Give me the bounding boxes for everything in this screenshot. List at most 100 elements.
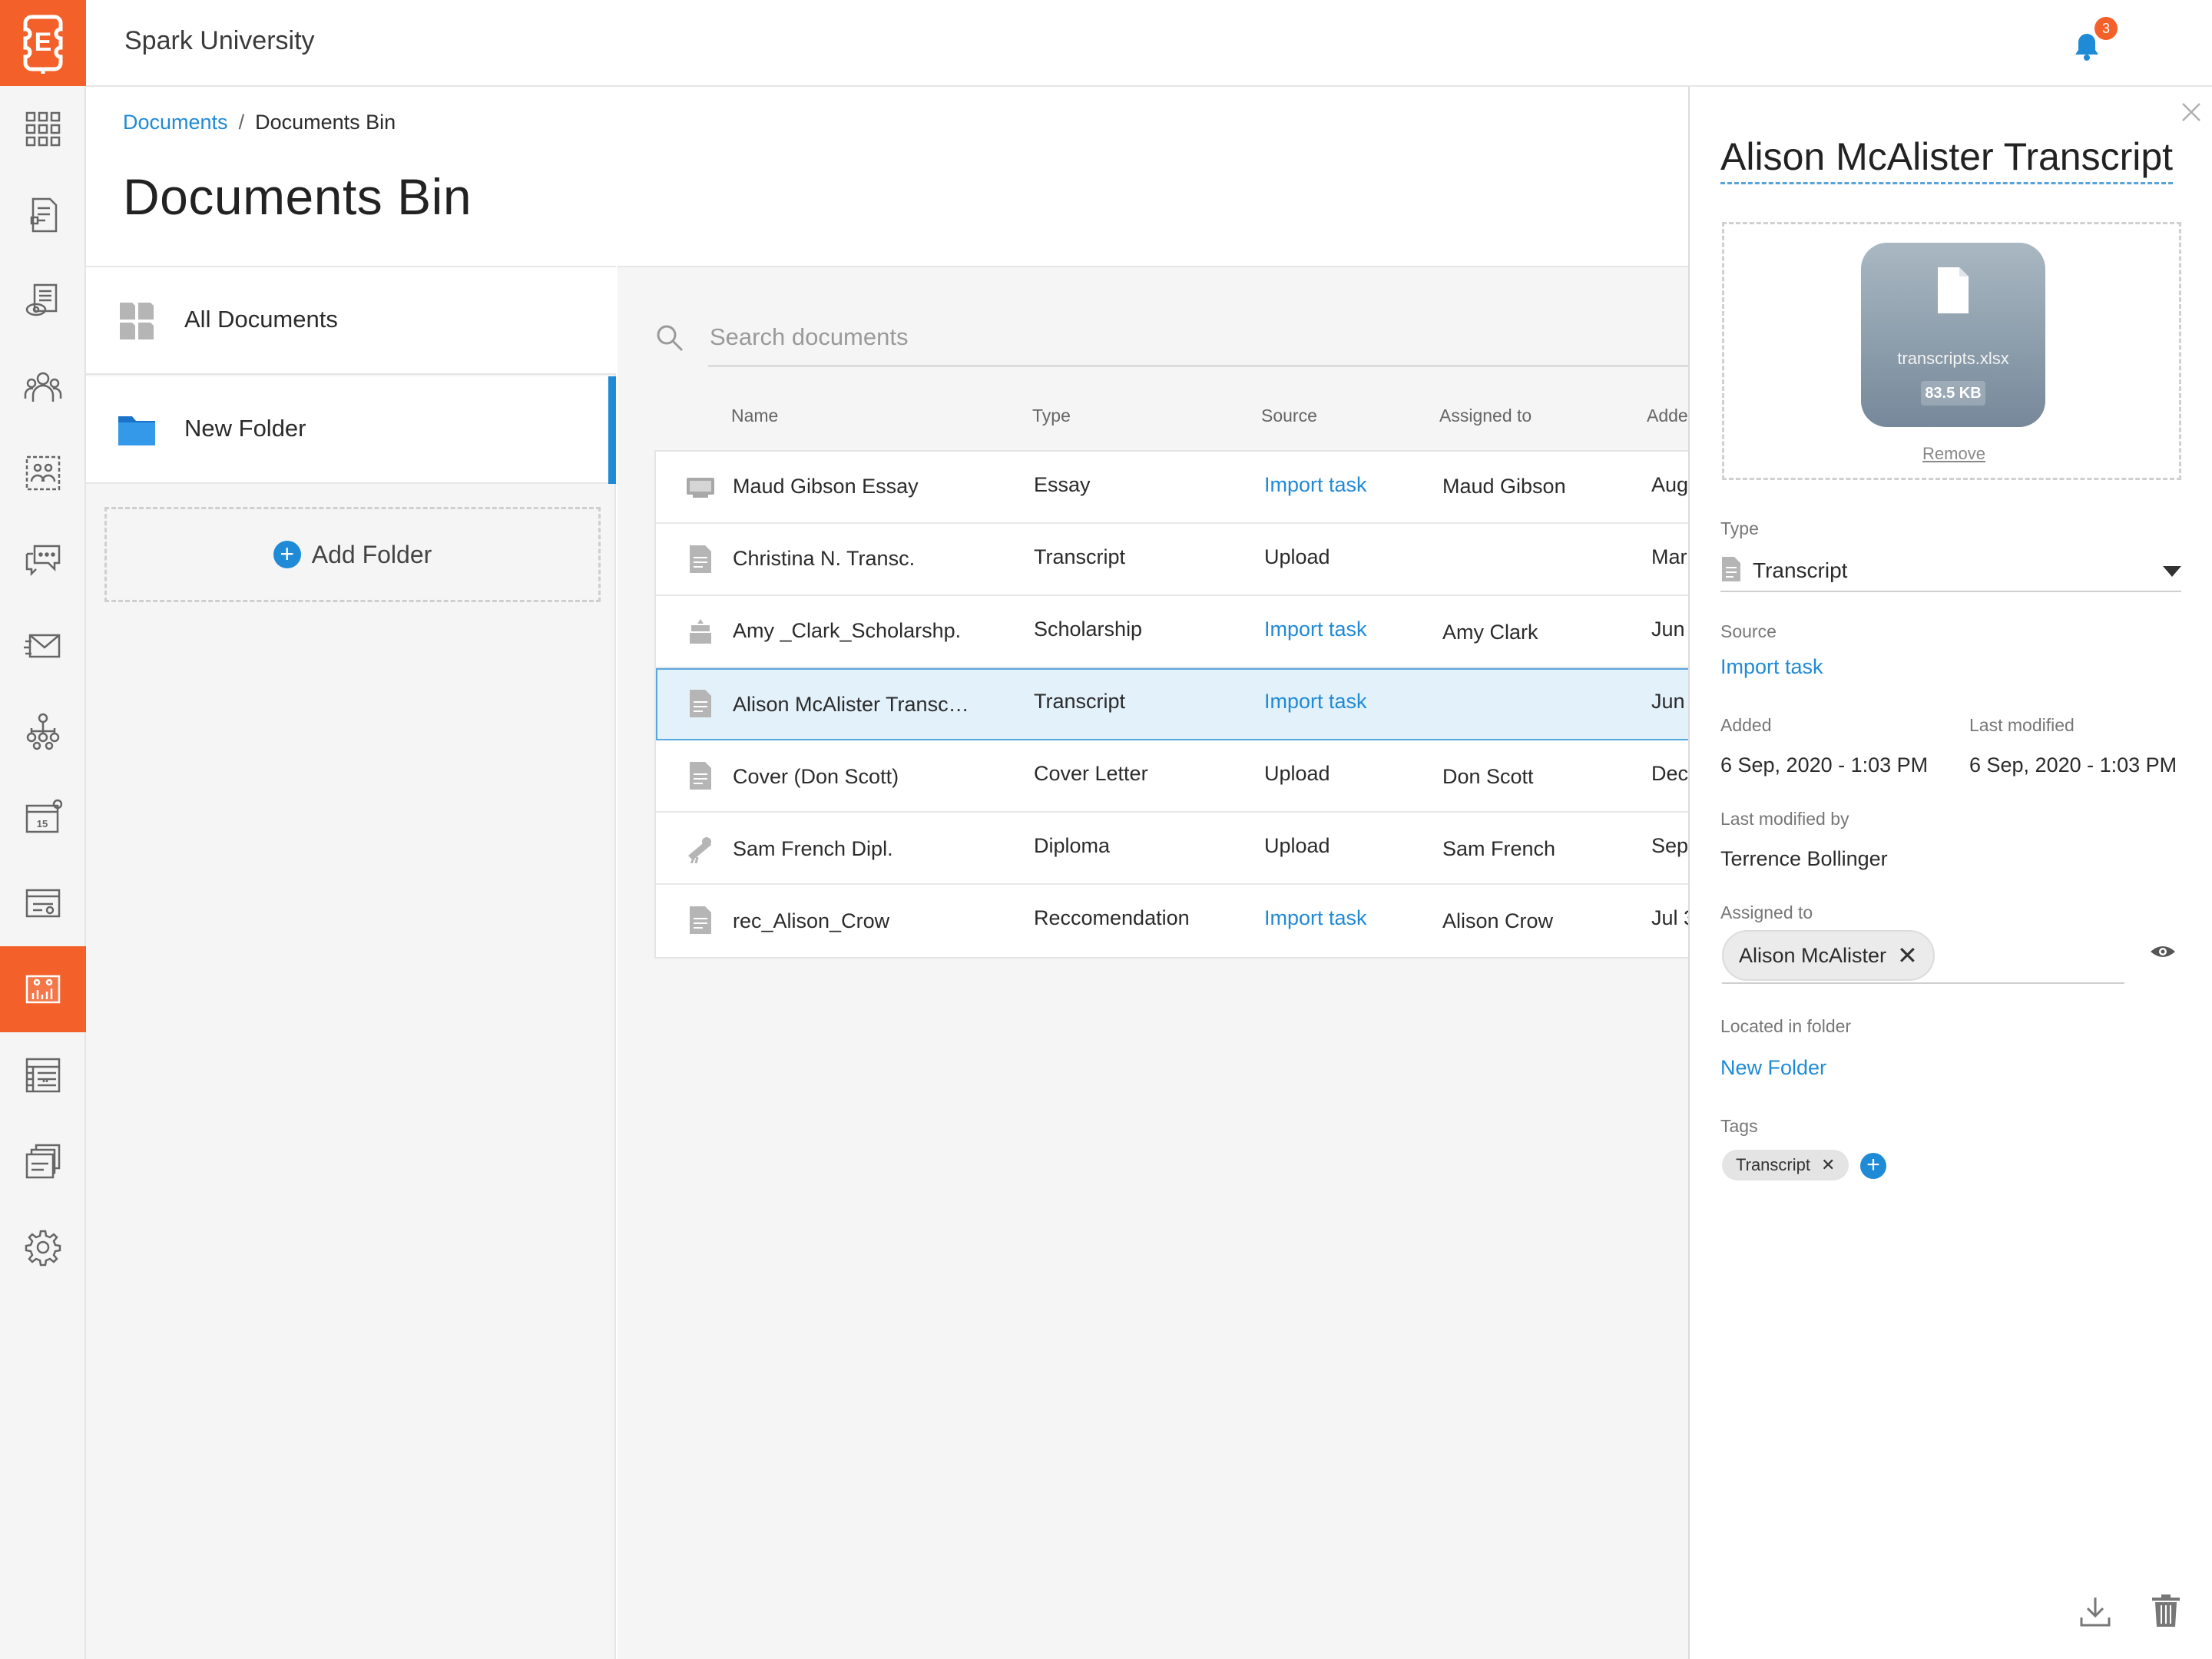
payments-icon	[25, 889, 61, 918]
calendar-icon: 15	[25, 799, 62, 833]
folder-new-folder[interactable]: New Folder	[86, 376, 616, 484]
app-logo[interactable]: E	[0, 0, 86, 86]
notification-badge: 3	[2094, 17, 2118, 40]
document-icon	[690, 545, 711, 573]
doc-name: Maud Gibson Essay	[733, 475, 919, 498]
remove-file-link[interactable]: Remove	[1724, 444, 2184, 464]
workflow-icon	[26, 713, 60, 750]
doc-source: Upload	[1264, 834, 1330, 857]
column-header-type[interactable]: Type	[1032, 406, 1071, 426]
doc-added: Jun	[1651, 618, 1685, 641]
contacts-icon	[24, 372, 62, 402]
nav-documents[interactable]	[0, 946, 86, 1032]
eye-icon[interactable]	[2149, 938, 2177, 965]
nav-review[interactable]	[0, 258, 86, 344]
nav-payments[interactable]	[0, 860, 86, 946]
assignee-input-underline[interactable]	[1722, 982, 2124, 984]
file-size: 83.5 KB	[1921, 381, 1985, 406]
doc-source: Upload	[1264, 762, 1330, 785]
doc-source: Upload	[1264, 545, 1330, 568]
page-title: Documents Bin	[123, 168, 472, 225]
add-folder-button[interactable]: + Add Folder	[104, 507, 601, 602]
remove-tag-icon[interactable]: ✕	[1821, 1155, 1835, 1175]
close-icon[interactable]	[2180, 101, 2203, 124]
all-documents-icon	[120, 303, 154, 339]
nav-workflow[interactable]	[0, 688, 86, 774]
diploma-icon	[688, 837, 711, 863]
document-icon	[690, 690, 711, 717]
search-input[interactable]	[708, 309, 1690, 367]
last-modified-by-value: Terrence Bollinger	[1720, 847, 1888, 870]
nav-files[interactable]	[0, 1118, 86, 1204]
folder-all-documents[interactable]: All Documents	[86, 267, 616, 375]
assignee-name: Alison McAlister	[1739, 943, 1887, 967]
table-row[interactable]: Amy _Clark_Scholarshp. Scholarship Impor…	[656, 596, 1690, 668]
table-row[interactable]: Christina N. Transc. Transcript Upload M…	[656, 524, 1690, 596]
search-bar	[654, 309, 1690, 370]
nav-dashboard[interactable]	[0, 86, 86, 172]
trash-icon[interactable]	[2151, 1594, 2181, 1628]
source-link[interactable]: Import task	[1720, 655, 1823, 679]
top-bar: Spark University 3	[86, 0, 2212, 87]
doc-source-link[interactable]: Import task	[1264, 473, 1367, 497]
forms-icon	[30, 197, 58, 233]
file-icon	[1938, 267, 1969, 313]
doc-source-link[interactable]: Import task	[1264, 690, 1367, 714]
column-header-name[interactable]: Name	[731, 406, 778, 426]
added-label: Added	[1720, 715, 1772, 735]
doc-source-link[interactable]: Import task	[1264, 618, 1367, 641]
type-select[interactable]: Transcript	[1720, 551, 2181, 592]
detail-title[interactable]: Alison McAlister Transcript	[1720, 134, 2174, 184]
doc-name: Christina N. Transc.	[733, 547, 916, 570]
messages-icon	[25, 545, 61, 577]
nav-groups[interactable]	[0, 430, 86, 516]
tag-chip: Transcript ✕	[1722, 1150, 1849, 1181]
document-icon	[1722, 557, 1740, 581]
table-row[interactable]: Sam French Dipl. Diploma Upload Sam Fren…	[656, 813, 1690, 885]
doc-name: Amy _Clark_Scholarshp.	[733, 619, 962, 642]
nav-forms[interactable]	[0, 172, 86, 258]
table-row-selected[interactable]: Alison McAlister Transc… Transcript Impo…	[656, 668, 1690, 740]
column-header-added[interactable]: Adde	[1647, 406, 1688, 426]
doc-type: Diploma	[1034, 834, 1111, 857]
download-icon[interactable]	[2078, 1594, 2112, 1628]
breadcrumb-separator: /	[238, 111, 245, 134]
left-nav: E 15	[0, 0, 86, 1659]
review-icon	[25, 283, 58, 316]
assignee-chip: Alison McAlister ✕	[1722, 930, 1935, 981]
nav-reports[interactable]	[0, 1032, 86, 1118]
doc-added: Dec	[1651, 762, 1689, 785]
breadcrumb-documents-link[interactable]: Documents	[123, 111, 228, 134]
table-row[interactable]: Cover (Don Scott) Cover Letter Upload Do…	[656, 740, 1690, 813]
table-row[interactable]: Maud Gibson Essay Essay Import task Maud…	[656, 452, 1690, 524]
doc-name: rec_Alison_Crow	[733, 909, 890, 932]
folder-icon	[118, 416, 155, 445]
doc-name: Cover (Don Scott)	[733, 765, 899, 788]
nav-contacts[interactable]	[0, 344, 86, 430]
nav-calendar[interactable]: 15	[0, 774, 86, 860]
file-preview[interactable]: transcripts.xlsx 83.5 KB	[1861, 243, 2045, 427]
nav-settings[interactable]	[0, 1204, 86, 1290]
breadcrumb-current: Documents Bin	[255, 111, 396, 134]
file-dropzone[interactable]: transcripts.xlsx 83.5 KB Remove	[1722, 222, 2181, 480]
tag-label: Transcript	[1736, 1155, 1810, 1174]
add-tag-button[interactable]: +	[1860, 1153, 1886, 1179]
email-icon	[24, 634, 61, 658]
doc-type: Cover Letter	[1034, 762, 1148, 785]
nav-email[interactable]	[0, 602, 86, 688]
doc-source-link[interactable]: Import task	[1264, 906, 1367, 930]
nav-messages[interactable]	[0, 516, 86, 602]
column-header-source[interactable]: Source	[1261, 406, 1317, 426]
table-row[interactable]: rec_Alison_Crow Reccomendation Import ta…	[656, 885, 1690, 957]
column-header-assigned[interactable]: Assigned to	[1439, 406, 1532, 426]
doc-type: Transcript	[1034, 545, 1126, 568]
documents-table: Maud Gibson Essay Essay Import task Maud…	[654, 450, 1690, 959]
reports-icon	[25, 1058, 61, 1093]
folder-list: All Documents New Folder + Add Folder	[86, 266, 616, 1659]
doc-added: Aug	[1651, 473, 1689, 496]
type-label: Type	[1720, 518, 1759, 538]
document-list: Name Type Source Assigned to Adde Maud G…	[618, 266, 1690, 1659]
added-value: 6 Sep, 2020 - 1:03 PM	[1720, 753, 1929, 777]
folder-location-link[interactable]: New Folder	[1720, 1056, 1826, 1080]
remove-assignee-icon[interactable]: ✕	[1897, 941, 1918, 970]
